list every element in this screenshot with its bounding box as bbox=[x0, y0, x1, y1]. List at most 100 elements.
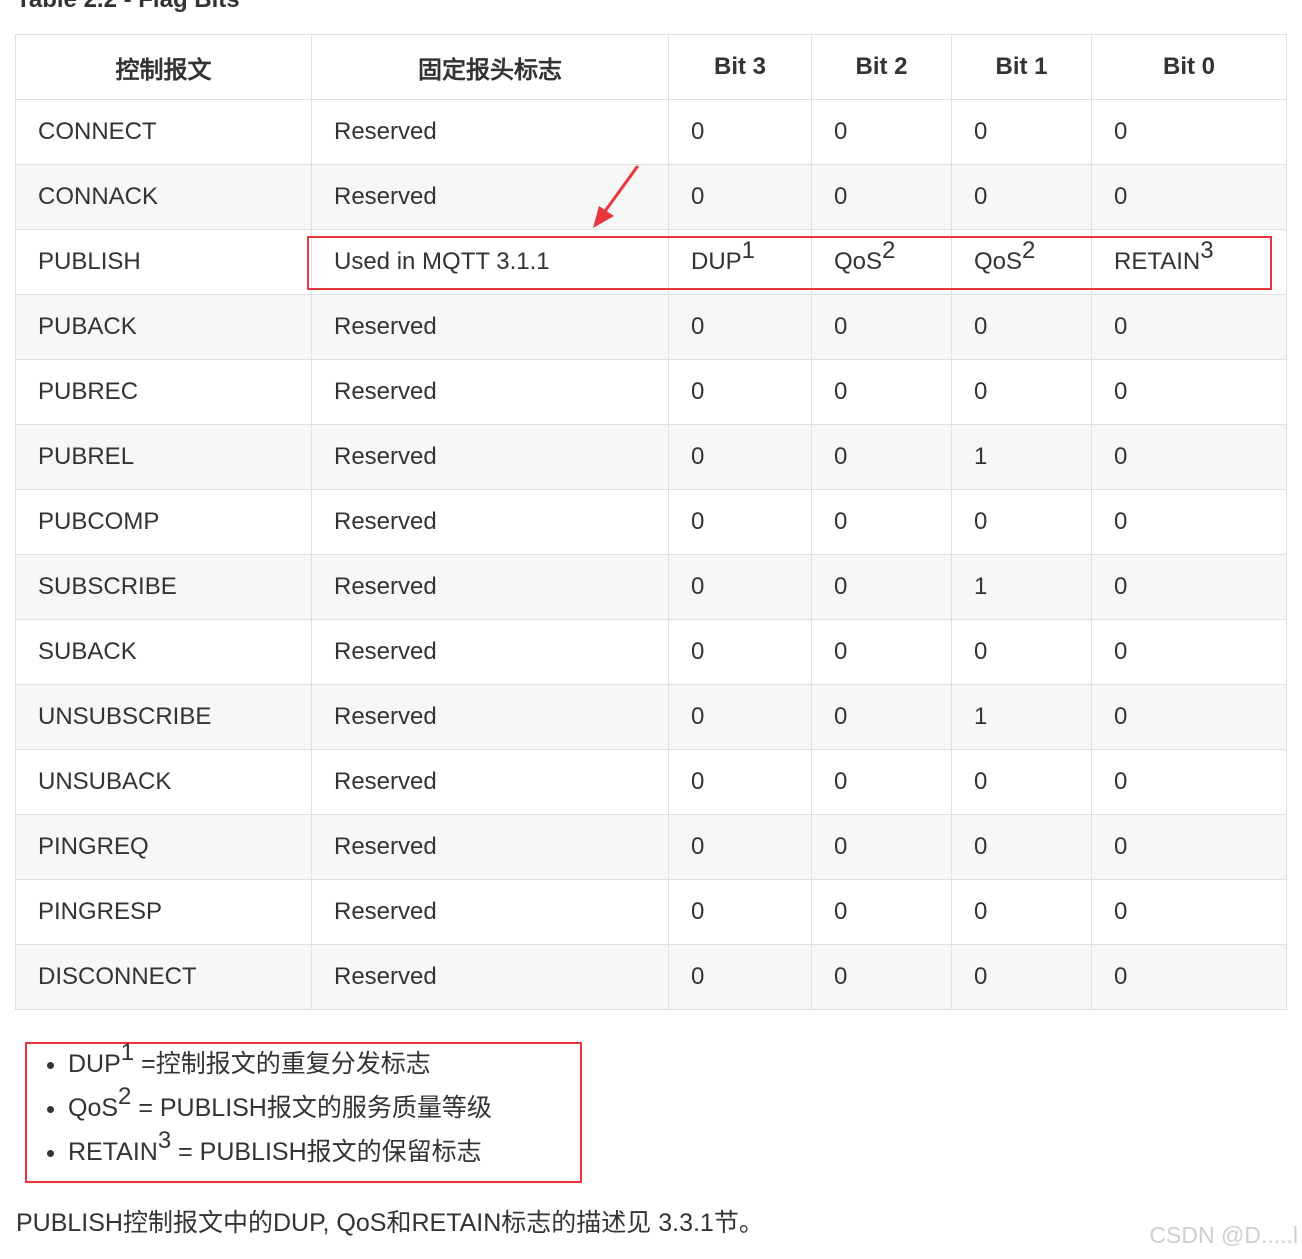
list-item: DUP1 =控制报文的重复分发标志 bbox=[47, 1041, 492, 1090]
header-bit-3: Bit 3 bbox=[668, 34, 812, 100]
header-bit-2: Bit 2 bbox=[811, 34, 952, 100]
cell-bit2: 0 bbox=[811, 359, 952, 425]
header-bit-0: Bit 0 bbox=[1091, 34, 1287, 100]
cell-bit1: 0 bbox=[951, 164, 1092, 230]
cell-bit2: 0 bbox=[811, 684, 952, 750]
cell-bit2: 0 bbox=[811, 749, 952, 815]
cell-bit0: 0 bbox=[1091, 684, 1287, 750]
cell-flags: Used in MQTT 3.1.1 bbox=[311, 229, 669, 295]
cell-packet: PINGREQ bbox=[15, 814, 312, 880]
cell-bit3: 0 bbox=[668, 99, 812, 165]
cell-bit2: 0 bbox=[811, 554, 952, 620]
cell-bit0: 0 bbox=[1091, 814, 1287, 880]
truncated-heading: Table 2.2 - Flag Bits bbox=[16, 0, 240, 14]
cell-packet: PUBCOMP bbox=[15, 489, 312, 555]
cell-bit1: 0 bbox=[951, 944, 1092, 1010]
cell-flags: Reserved bbox=[311, 99, 669, 165]
cell-bit2: 0 bbox=[811, 424, 952, 490]
cell-flags: Reserved bbox=[311, 879, 669, 945]
cell-bit3: 0 bbox=[668, 684, 812, 750]
cell-flags: Reserved bbox=[311, 619, 669, 685]
cell-bit1: 0 bbox=[951, 879, 1092, 945]
table-row: PUBACK Reserved 0 0 0 0 bbox=[15, 294, 1287, 360]
legend-text: = PUBLISH报文的保留标志 bbox=[171, 1138, 482, 1166]
cell-bit3: 0 bbox=[668, 879, 812, 945]
table-row: PUBREL Reserved 0 0 1 0 bbox=[15, 424, 1287, 490]
description-paragraph: PUBLISH控制报文中的DUP, QoS和RETAIN标志的描述见 3.3.1… bbox=[16, 1209, 764, 1237]
cell-bit3: 0 bbox=[668, 554, 812, 620]
cell-bit2: 0 bbox=[811, 99, 952, 165]
table-row: UNSUBACK Reserved 0 0 0 0 bbox=[15, 749, 1287, 815]
cell-flags: Reserved bbox=[311, 684, 669, 750]
footnote-marker: 1 bbox=[741, 237, 756, 265]
cell-bit3: 0 bbox=[668, 944, 812, 1010]
cell-bit0: 0 bbox=[1091, 359, 1287, 425]
legend-text: = PUBLISH报文的服务质量等级 bbox=[131, 1094, 492, 1122]
cell-packet: CONNACK bbox=[15, 164, 312, 230]
footnote-marker: 2 bbox=[1022, 237, 1036, 265]
legend-text: =控制报文的重复分发标志 bbox=[134, 1050, 431, 1078]
cell-bit3: DUP1 bbox=[668, 229, 812, 295]
cell-bit0: 0 bbox=[1091, 424, 1287, 490]
watermark: CSDN @D.....l bbox=[1149, 1222, 1298, 1248]
header-bit-1: Bit 1 bbox=[951, 34, 1092, 100]
list-item: RETAIN3 = PUBLISH报文的保留标志 bbox=[47, 1129, 492, 1178]
header-control-packet: 控制报文 bbox=[15, 34, 312, 100]
cell-flags: Reserved bbox=[311, 359, 669, 425]
cell-packet: UNSUBSCRIBE bbox=[15, 684, 312, 750]
cell-packet: PINGRESP bbox=[15, 879, 312, 945]
cell-bit0: 0 bbox=[1091, 619, 1287, 685]
cell-bit0: 0 bbox=[1091, 164, 1287, 230]
cell-flags: Reserved bbox=[311, 554, 669, 620]
cell-bit1: QoS2 bbox=[951, 229, 1092, 295]
cell-bit0: 0 bbox=[1091, 489, 1287, 555]
header-fixed-header-flags: 固定报头标志 bbox=[311, 34, 669, 100]
cell-bit2: 0 bbox=[811, 814, 952, 880]
table-header-row: 控制报文 固定报头标志 Bit 3 Bit 2 Bit 1 Bit 0 bbox=[15, 34, 1287, 100]
cell-bit1: 1 bbox=[951, 424, 1092, 490]
retain-label: RETAIN bbox=[1114, 248, 1201, 275]
table-row: UNSUBSCRIBE Reserved 0 0 1 0 bbox=[15, 684, 1287, 750]
cell-bit3: 0 bbox=[668, 749, 812, 815]
footnote-marker: 1 bbox=[120, 1039, 135, 1066]
table-row: PUBREC Reserved 0 0 0 0 bbox=[15, 359, 1287, 425]
cell-bit0: 0 bbox=[1091, 879, 1287, 945]
cell-packet: UNSUBACK bbox=[15, 749, 312, 815]
cell-bit3: 0 bbox=[668, 489, 812, 555]
qos-label: QoS bbox=[974, 248, 1023, 275]
table-row: DISCONNECT Reserved 0 0 0 0 bbox=[15, 944, 1287, 1010]
cell-packet: SUBACK bbox=[15, 619, 312, 685]
cell-flags: Reserved bbox=[311, 294, 669, 360]
cell-bit1: 1 bbox=[951, 554, 1092, 620]
list-item: QoS2 = PUBLISH报文的服务质量等级 bbox=[47, 1085, 492, 1134]
legend-term: QoS bbox=[68, 1094, 119, 1122]
cell-bit0: 0 bbox=[1091, 554, 1287, 620]
cell-bit1: 0 bbox=[951, 359, 1092, 425]
footnote-marker: 3 bbox=[1200, 237, 1214, 265]
cell-bit0: 0 bbox=[1091, 294, 1287, 360]
cell-bit3: 0 bbox=[668, 619, 812, 685]
table-row: SUBSCRIBE Reserved 0 0 1 0 bbox=[15, 554, 1287, 620]
cell-bit0: 0 bbox=[1091, 99, 1287, 165]
cell-packet: SUBSCRIBE bbox=[15, 554, 312, 620]
cell-flags: Reserved bbox=[311, 424, 669, 490]
table-row: SUBACK Reserved 0 0 0 0 bbox=[15, 619, 1287, 685]
cell-packet: PUBACK bbox=[15, 294, 312, 360]
cell-bit1: 0 bbox=[951, 619, 1092, 685]
cell-bit2: 0 bbox=[811, 944, 952, 1010]
footnote-list: DUP1 =控制报文的重复分发标志 QoS2 = PUBLISH报文的服务质量等… bbox=[47, 1041, 492, 1178]
cell-packet: DISCONNECT bbox=[15, 944, 312, 1010]
table-row-publish: PUBLISH Used in MQTT 3.1.1 DUP1 QoS2 QoS… bbox=[15, 229, 1287, 295]
cell-bit1: 0 bbox=[951, 489, 1092, 555]
cell-packet: PUBLISH bbox=[15, 229, 312, 295]
table-row: CONNACK Reserved 0 0 0 0 bbox=[15, 164, 1287, 230]
footnote-marker: 2 bbox=[882, 237, 896, 265]
cell-bit1: 0 bbox=[951, 814, 1092, 880]
legend-term: DUP bbox=[68, 1050, 121, 1078]
table-row: CONNECT Reserved 0 0 0 0 bbox=[15, 99, 1287, 165]
cell-flags: Reserved bbox=[311, 749, 669, 815]
cell-bit3: 0 bbox=[668, 164, 812, 230]
cell-bit0: 0 bbox=[1091, 944, 1287, 1010]
qos-label: QoS bbox=[834, 248, 883, 275]
cell-packet: PUBREL bbox=[15, 424, 312, 490]
